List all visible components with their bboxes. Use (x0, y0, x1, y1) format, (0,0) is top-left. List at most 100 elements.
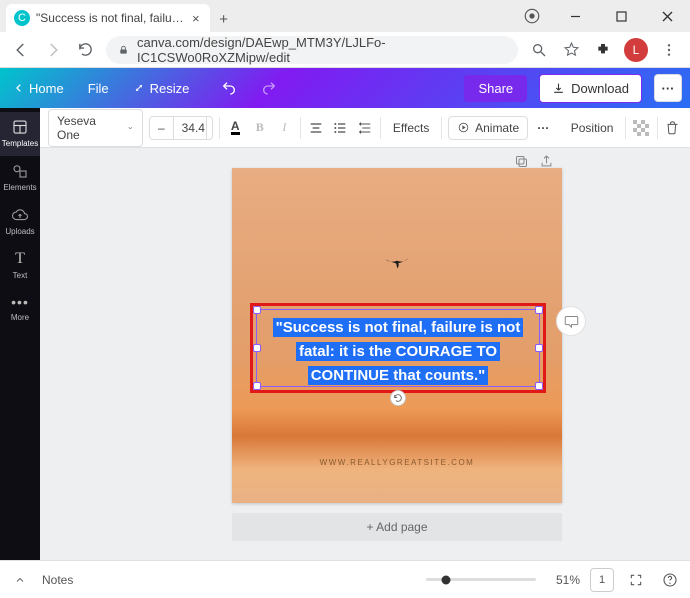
share-button[interactable]: Share (464, 75, 527, 102)
zoom-slider-thumb[interactable] (441, 575, 450, 584)
resize-handle-bl[interactable] (253, 382, 261, 390)
window-minimize-button[interactable] (552, 0, 598, 32)
font-size-decrement[interactable]: – (150, 117, 173, 139)
file-menu[interactable]: File (82, 77, 115, 100)
help-icon (662, 572, 678, 588)
undo-icon (221, 80, 237, 96)
rotate-handle[interactable] (390, 390, 406, 406)
redo-button[interactable] (255, 76, 283, 100)
address-bar: canva.com/design/DAEwp_MTM3Y/LJLFo-IC1CS… (0, 32, 690, 68)
toolbar-divider (300, 117, 301, 139)
nav-back-button[interactable] (10, 39, 32, 61)
trash-icon (665, 120, 680, 135)
delete-button[interactable] (663, 115, 682, 141)
canvas-area[interactable]: "Success is not final, failure is not fa… (40, 148, 690, 560)
font-family-select[interactable]: Yeseva One (48, 109, 143, 147)
zoom-value[interactable]: 51% (546, 573, 580, 587)
sidebar-item-more[interactable]: ••• More (0, 288, 40, 330)
account-icon[interactable] (512, 0, 552, 32)
sidebar-item-text[interactable]: T Text (0, 244, 40, 288)
page-footer-url[interactable]: WWW.REALLYGREATSITE.COM (232, 458, 562, 467)
list-button[interactable] (331, 115, 350, 141)
toolbar-divider (441, 117, 442, 139)
fullscreen-icon (629, 573, 643, 587)
lock-icon (118, 44, 129, 56)
resize-handle-ml[interactable] (253, 344, 261, 352)
sidebar-item-templates[interactable]: Templates (0, 112, 40, 156)
position-button[interactable]: Position (565, 117, 620, 139)
animate-button[interactable]: Animate (448, 116, 528, 140)
notes-toggle[interactable] (8, 568, 32, 592)
duplicate-page-button[interactable] (514, 154, 529, 169)
italic-button[interactable]: I (275, 115, 294, 141)
add-page-button[interactable]: + Add page (232, 513, 562, 541)
zoom-slider[interactable] (426, 578, 536, 581)
help-button[interactable] (658, 568, 682, 592)
topbar-more-button[interactable]: ··· (654, 74, 682, 102)
page-actions (514, 154, 554, 169)
omnibox-search-icon[interactable] (528, 39, 550, 61)
sidebar-item-uploads[interactable]: Uploads (0, 200, 40, 244)
redo-icon (261, 80, 277, 96)
extensions-icon[interactable] (592, 39, 614, 61)
nav-reload-button[interactable] (74, 39, 96, 61)
text-toolbar: Yeseva One – 34.4 + A B I (40, 108, 690, 148)
chevron-up-icon (14, 574, 26, 586)
window-close-button[interactable] (644, 0, 690, 32)
url-text: canva.com/design/DAEwp_MTM3Y/LJLFo-IC1CS… (137, 35, 506, 65)
font-size-value[interactable]: 34.4 (173, 117, 207, 139)
bookmark-star-icon[interactable] (560, 39, 582, 61)
omnibox[interactable]: canva.com/design/DAEwp_MTM3Y/LJLFo-IC1CS… (106, 36, 518, 64)
font-size-increment[interactable]: + (207, 117, 214, 139)
resize-handle-br[interactable] (535, 382, 543, 390)
nav-forward-button[interactable] (42, 39, 64, 61)
page-indicator[interactable]: 1 (590, 568, 614, 592)
toolbar-more-button[interactable]: ··· (534, 115, 553, 141)
browser-titlebar: C "Success is not final, failure is not…… (0, 0, 690, 32)
editor: Templates Elements Uploads T Text ••• Mo… (0, 108, 690, 560)
favicon-icon: C (14, 10, 30, 26)
bottom-bar: Notes 51% 1 (0, 560, 690, 598)
profile-avatar[interactable]: L (624, 38, 648, 62)
elements-icon (11, 162, 29, 180)
text-color-button[interactable]: A (226, 115, 245, 141)
chevron-left-icon (14, 83, 24, 93)
text-element[interactable]: "Success is not final, failure is not fa… (256, 309, 540, 387)
chevron-down-icon (127, 123, 134, 133)
download-button[interactable]: Download (539, 74, 642, 103)
share-page-button[interactable] (539, 154, 554, 169)
bold-button[interactable]: B (251, 115, 270, 141)
font-size-stepper: – 34.4 + (149, 116, 213, 140)
toolbar-divider (380, 117, 381, 139)
alignment-button[interactable] (306, 115, 325, 141)
resize-handle-mr[interactable] (535, 344, 543, 352)
more-icon: ••• (11, 294, 29, 310)
resize-button[interactable]: Resize (127, 77, 196, 100)
canva-topbar: Home File Resize Share Download ··· (0, 68, 690, 108)
animate-icon (457, 121, 470, 134)
undo-button[interactable] (215, 76, 243, 100)
templates-icon (11, 118, 29, 136)
browser-tab[interactable]: C "Success is not final, failure is not…… (6, 4, 210, 32)
home-button[interactable]: Home (8, 77, 70, 100)
editor-main: Yeseva One – 34.4 + A B I (40, 108, 690, 560)
new-tab-button[interactable]: + (210, 6, 238, 32)
tab-close-icon[interactable]: × (192, 11, 200, 26)
window-controls (512, 0, 690, 32)
fullscreen-button[interactable] (624, 568, 648, 592)
transparency-button[interactable] (632, 115, 651, 141)
toolbar-divider (219, 117, 220, 139)
quote-text[interactable]: "Success is not final, failure is not fa… (265, 316, 531, 380)
browser-menu-icon[interactable] (658, 39, 680, 61)
window-maximize-button[interactable] (598, 0, 644, 32)
sidebar-item-elements[interactable]: Elements (0, 156, 40, 200)
resize-handle-tl[interactable] (253, 306, 261, 314)
comment-button[interactable] (556, 306, 586, 336)
spacing-button[interactable] (356, 115, 375, 141)
text-icon: T (15, 250, 25, 268)
resize-handle-tr[interactable] (535, 306, 543, 314)
notes-label[interactable]: Notes (42, 573, 73, 587)
toolbar-divider (625, 117, 626, 139)
design-page[interactable]: "Success is not final, failure is not fa… (232, 168, 562, 503)
effects-button[interactable]: Effects (387, 117, 435, 139)
